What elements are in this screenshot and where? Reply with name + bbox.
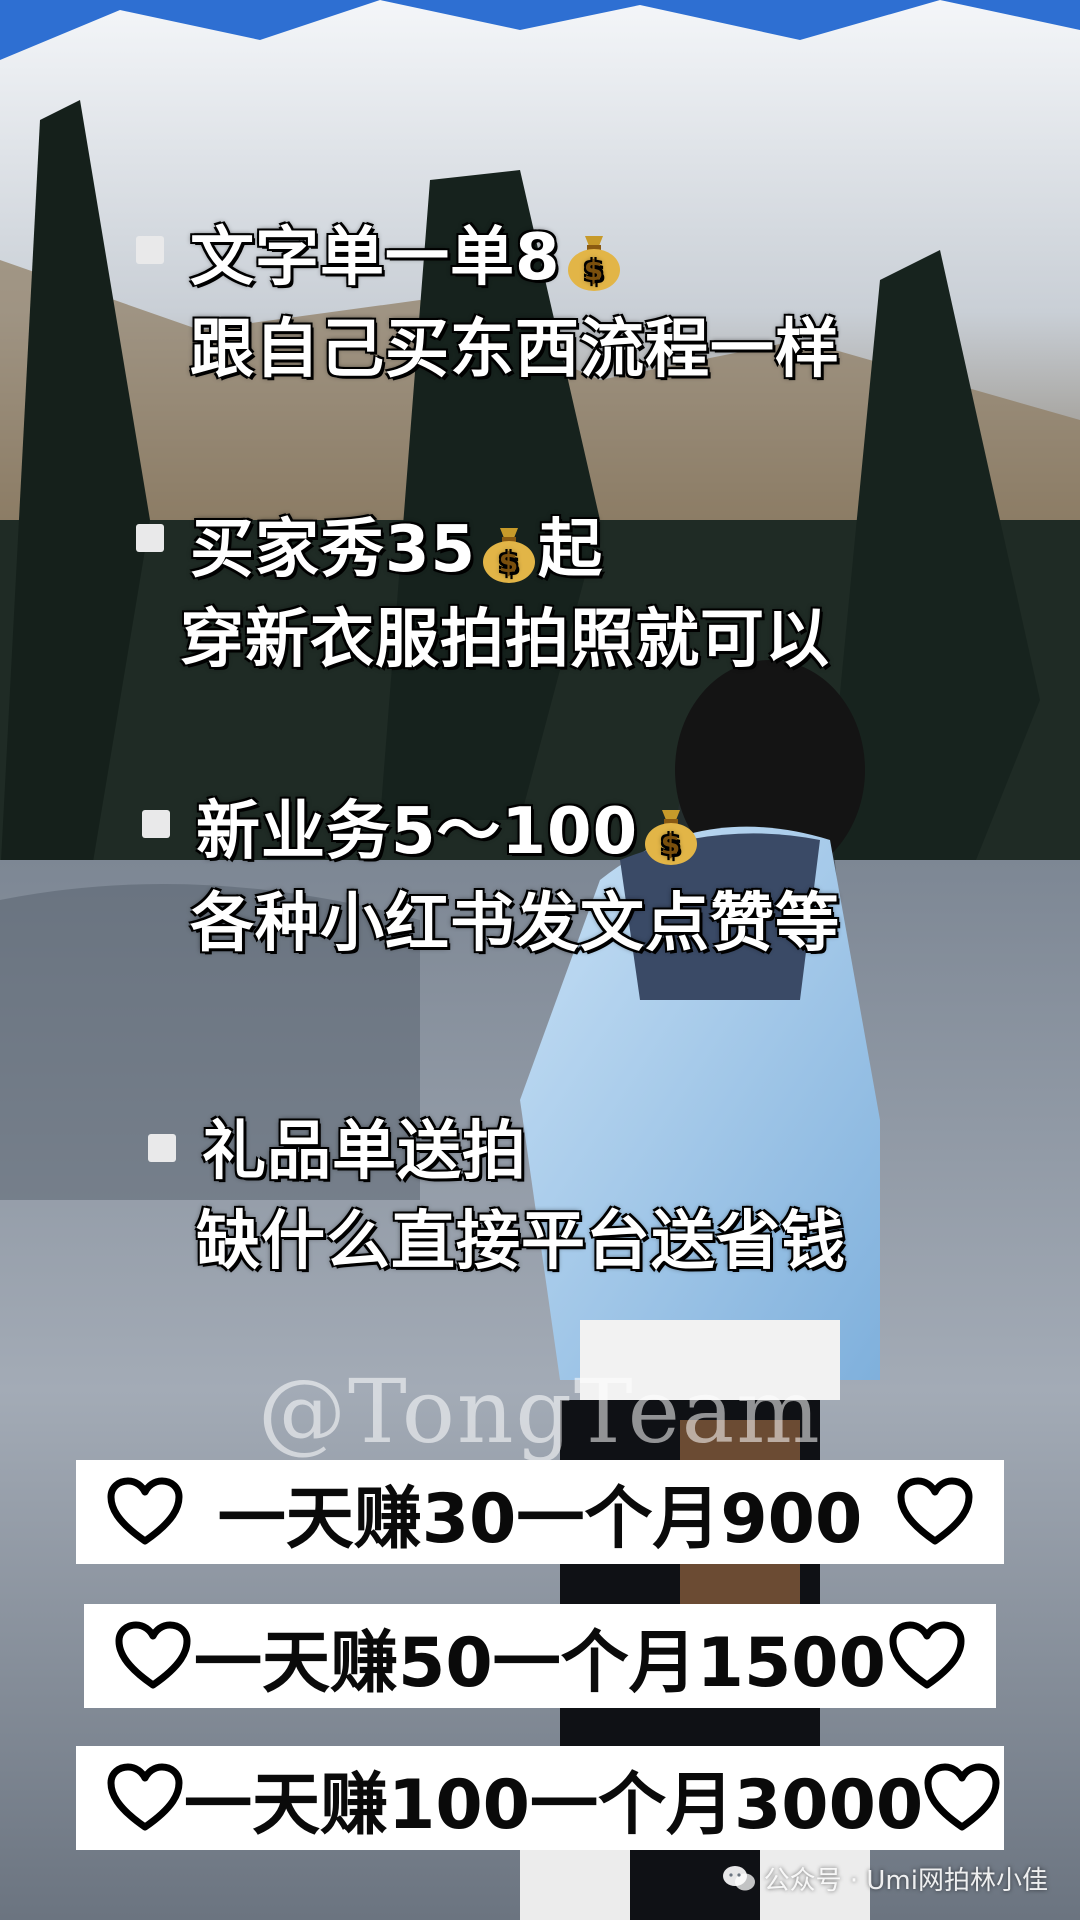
poster: 文字单一单8 $ 跟自己买东西流程一样 买家秀35 $ 起 穿新衣服拍拍照就可以 新业… [0,0,1080,1920]
account-credit-text: 公众号 · Umi网拍林小佳 [763,1866,1048,1896]
income-bar-3: 一天赚100一个月3000 [76,1746,1004,1850]
money-bag-icon: $ [567,236,620,292]
item-4-title: 礼品单送拍 [202,1115,527,1189]
svg-text:$: $ [499,546,519,579]
heart-icon [897,1477,973,1545]
income-bar-text: 一天赚30一个月900 [217,1479,863,1559]
heart-icon [107,1763,183,1831]
heart-icon [115,1621,191,1689]
heart-icon [107,1477,183,1545]
income-bar-1: 一天赚30一个月900 [76,1460,1004,1564]
item-1-title: 文字单一单8 $ [190,218,623,298]
account-credit: 公众号 · Umi网拍林小佳 [722,1860,1048,1897]
money-bag-icon: $ [645,810,698,866]
bullet-square [142,810,170,838]
bullet-square [136,236,164,264]
heart-icon [889,1621,965,1689]
item-2-title: 买家秀35 $ 起 [190,513,604,587]
heart-icon [924,1763,1000,1831]
money-bag-icon: $ [483,528,536,584]
wechat-icon [722,1865,755,1890]
item-1-desc: 跟自己买东西流程一样 [190,313,840,387]
item-2-desc: 穿新衣服拍拍照就可以 [180,603,830,677]
svg-text:$: $ [661,828,681,861]
income-bar-text: 一天赚50一个月1500 [194,1623,886,1703]
svg-text:$: $ [583,254,603,287]
watermark: @TongTeam [258,1360,822,1463]
item-3-desc: 各种小红书发文点赞等 [190,887,840,961]
item-3-title: 新业务5～100 $ [196,792,700,872]
income-bar-text: 一天赚100一个月3000 [184,1765,924,1845]
item-4-desc: 缺什么直接平台送省钱 [196,1205,846,1279]
bullet-square [136,524,164,552]
bullet-square [148,1134,176,1162]
income-bar-2: 一天赚50一个月1500 [84,1604,996,1708]
